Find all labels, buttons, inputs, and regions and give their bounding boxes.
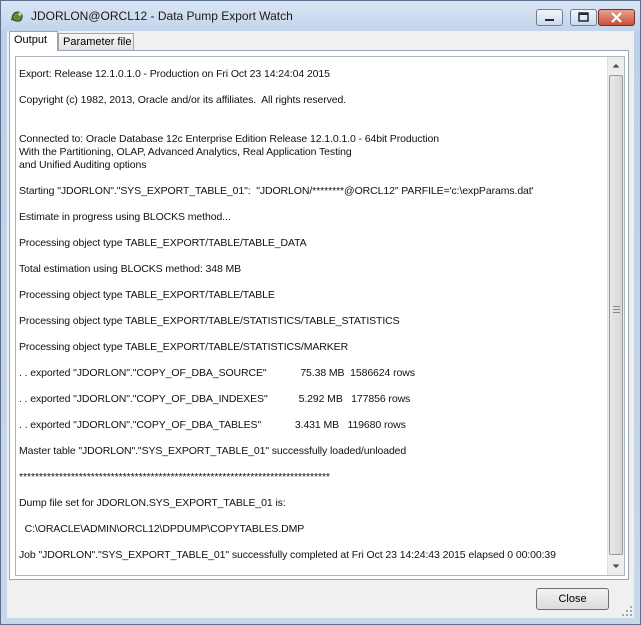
log-line: Export: Release 12.1.0.1.0 - Production … <box>19 68 330 80</box>
window-title: JDORLON@ORCL12 - Data Pump Export Watch <box>31 9 293 23</box>
window-close-button[interactable] <box>598 9 635 26</box>
log-line: and Unified Auditing options <box>19 159 147 171</box>
scroll-up-arrow-icon <box>612 64 620 68</box>
output-text-area[interactable]: Export: Release 12.1.0.1.0 - Production … <box>15 56 625 576</box>
log-line: Total estimation using BLOCKS method: 34… <box>19 263 242 275</box>
log-line: Processing object type TABLE_EXPORT/TABL… <box>19 341 349 353</box>
dialog-client-area: Output Parameter file Export: Release 12… <box>7 31 634 618</box>
log-line: Copyright (c) 1982, 2013, Oracle and/or … <box>19 94 347 106</box>
log-line: Processing object type TABLE_EXPORT/TABL… <box>19 289 275 301</box>
scroll-up-button[interactable] <box>608 57 624 74</box>
log-line: Processing object type TABLE_EXPORT/TABL… <box>19 237 307 249</box>
export-log: Export: Release 12.1.0.1.0 - Production … <box>19 57 604 575</box>
maximize-icon <box>578 12 589 22</box>
close-button[interactable]: Close <box>536 588 609 610</box>
tab-output[interactable]: Output <box>9 31 58 51</box>
log-line: Connected to: Oracle Database 12c Enterp… <box>19 133 440 145</box>
log-line: Job "JDORLON"."SYS_EXPORT_TABLE_01" succ… <box>19 549 556 561</box>
log-line: Estimate in progress using BLOCKS method… <box>19 211 231 223</box>
tab-panel: Export: Release 12.1.0.1.0 - Production … <box>9 50 629 580</box>
log-line: ****************************************… <box>19 471 330 483</box>
scroll-down-button[interactable] <box>608 558 624 575</box>
log-line: Dump file set for JDORLON.SYS_EXPORT_TAB… <box>19 497 286 509</box>
log-line: Processing object type TABLE_EXPORT/TABL… <box>19 315 400 327</box>
scroll-down-arrow-icon <box>612 564 620 568</box>
maximize-button[interactable] <box>570 9 597 26</box>
title-bar[interactable]: JDORLON@ORCL12 - Data Pump Export Watch <box>1 1 640 31</box>
grip-icon <box>613 306 620 313</box>
vertical-scrollbar[interactable] <box>607 57 624 575</box>
resize-grip-icon[interactable] <box>621 605 633 617</box>
scroll-thumb[interactable] <box>609 75 623 555</box>
tab-parameter-file[interactable]: Parameter file <box>58 33 134 50</box>
log-line: . . exported "JDORLON"."COPY_OF_DBA_INDE… <box>19 393 411 405</box>
log-line: With the Partitioning, OLAP, Advanced An… <box>19 146 352 158</box>
log-line: . . exported "JDORLON"."COPY_OF_DBA_SOUR… <box>19 367 415 379</box>
minimize-button[interactable] <box>536 9 563 26</box>
log-line: Master table "JDORLON"."SYS_EXPORT_TABLE… <box>19 445 407 457</box>
close-icon <box>611 12 622 23</box>
app-icon <box>10 11 23 22</box>
minimize-icon <box>545 19 554 21</box>
export-watch-window: JDORLON@ORCL12 - Data Pump Export Watch … <box>0 0 641 625</box>
log-line: C:\ORACLE\ADMIN\ORCL12\DPDUMP\COPYTABLES… <box>19 523 305 535</box>
log-line: . . exported "JDORLON"."COPY_OF_DBA_TABL… <box>19 419 406 431</box>
log-line: Starting "JDORLON"."SYS_EXPORT_TABLE_01"… <box>19 185 534 197</box>
